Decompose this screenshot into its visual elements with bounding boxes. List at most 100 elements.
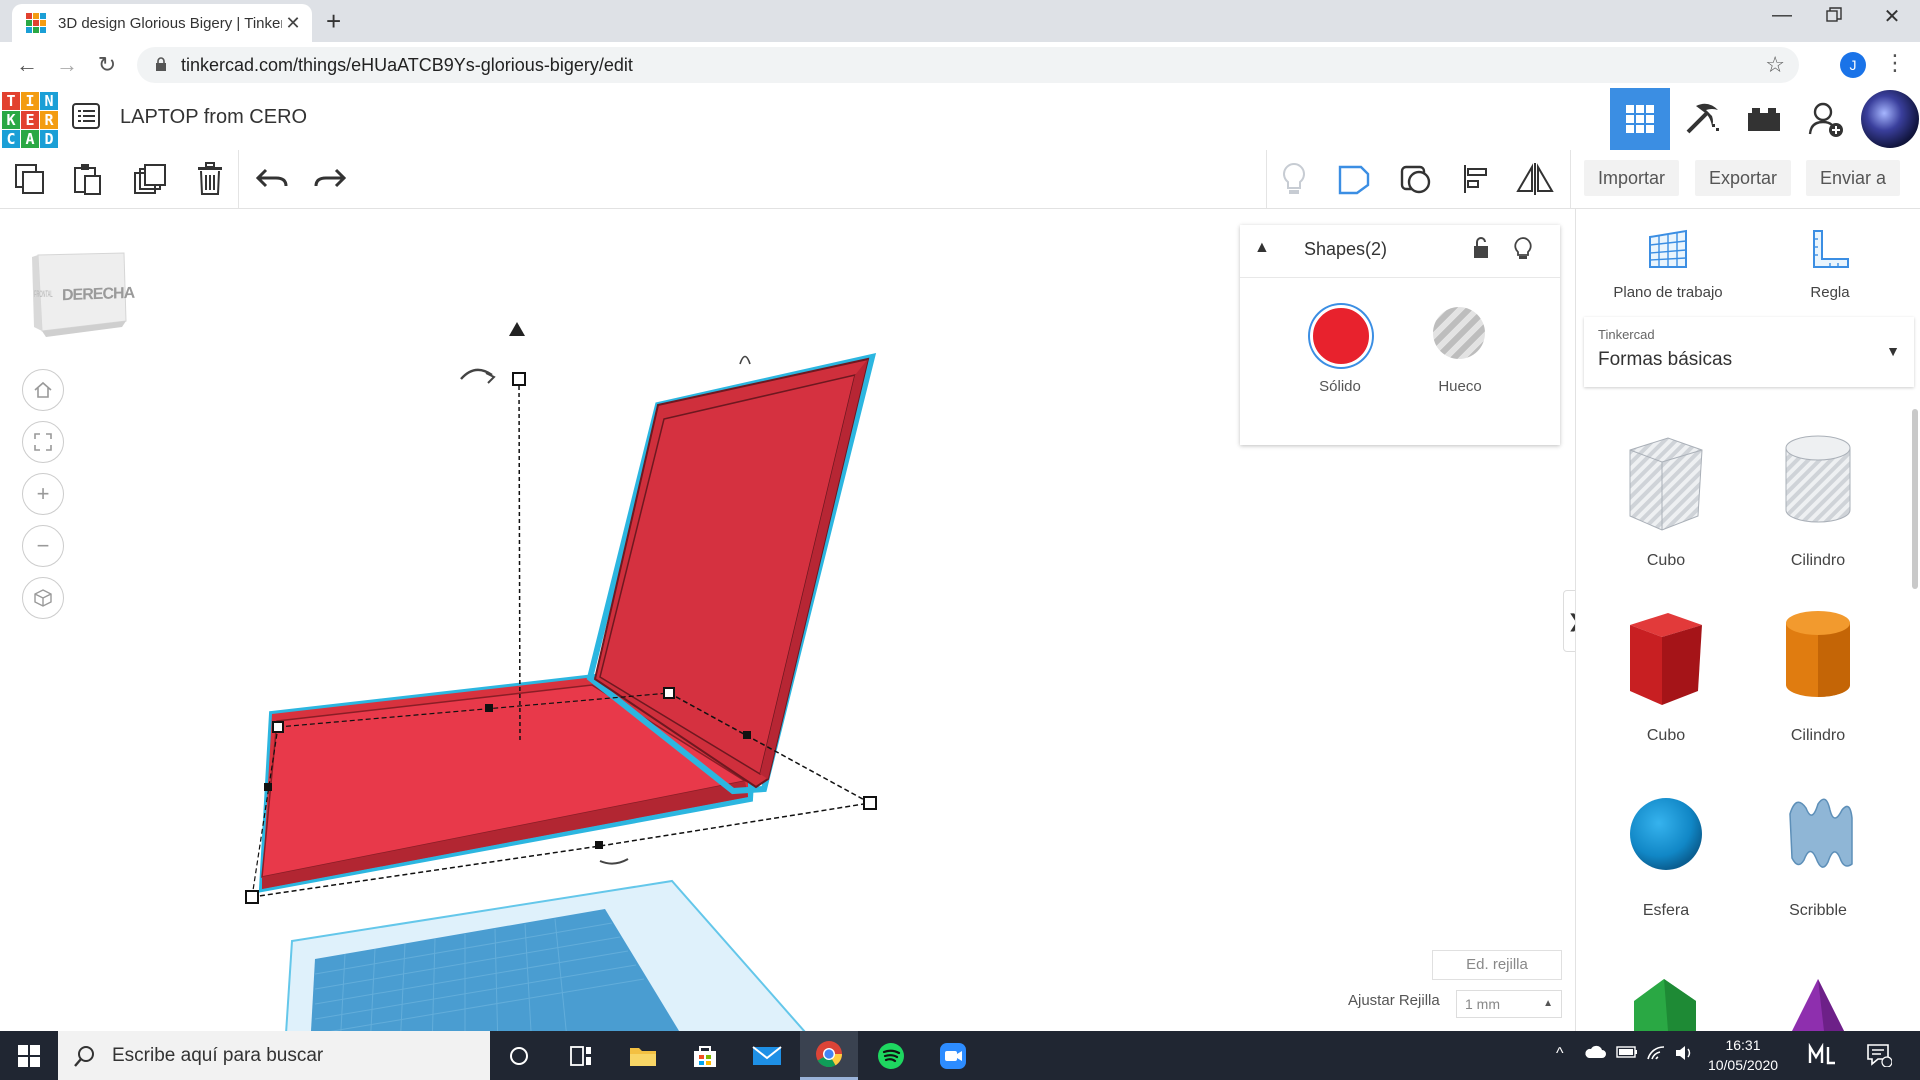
- group-icon[interactable]: [1396, 160, 1436, 198]
- collapse-caret-icon[interactable]: ▲: [1254, 239, 1270, 257]
- shape-library-dropdown[interactable]: Tinkercad Formas básicas ▼: [1584, 317, 1914, 387]
- design-title[interactable]: LAPTOP from CERO: [120, 106, 307, 129]
- shape-tile-box[interactable]: Cubo: [1596, 599, 1736, 759]
- solid-color-swatch[interactable]: [1310, 305, 1372, 367]
- browser-menu-icon[interactable]: ⋮: [1884, 50, 1906, 76]
- window-restore-button[interactable]: [1814, 6, 1854, 29]
- select-caret-icon: ▲: [1543, 998, 1553, 1009]
- box-hole-icon: [1629, 437, 1703, 531]
- shape-tile-roof[interactable]: [1596, 949, 1736, 1031]
- forward-arrow-icon[interactable]: →: [52, 50, 82, 80]
- send-to-button[interactable]: Enviar a: [1806, 160, 1901, 196]
- search-icon: [74, 1045, 94, 1067]
- show-all-bulb-icon[interactable]: [1274, 160, 1314, 198]
- lift-arrow-icon: [509, 322, 525, 336]
- delete-trash-icon[interactable]: [190, 160, 230, 198]
- redo-icon[interactable]: [310, 160, 350, 198]
- copy-icon[interactable]: [10, 160, 50, 198]
- shape-label: Cilindro: [1790, 727, 1846, 744]
- shape-tile-scribble[interactable]: Scribble: [1748, 774, 1888, 934]
- ruler-icon: [1813, 230, 1849, 268]
- user-avatar[interactable]: [1861, 90, 1919, 148]
- window-minimize-button[interactable]: —: [1762, 4, 1802, 27]
- red-box-icon: [1630, 613, 1702, 705]
- snap-grid-label: Ajustar Rejilla: [1348, 992, 1440, 1009]
- hole-swatch[interactable]: [1433, 307, 1485, 359]
- wifi-icon[interactable]: [1646, 1045, 1666, 1066]
- workplane-tool-button[interactable]: Plano de trabajo: [1598, 227, 1738, 301]
- note-shape-icon[interactable]: [1334, 160, 1374, 198]
- workplane-grid: [285, 879, 806, 1031]
- bricks-icon[interactable]: [1734, 88, 1794, 150]
- inspector-header: ▲ Shapes(2): [1240, 225, 1560, 278]
- shape-tile-box-hole[interactable]: Cubo: [1596, 424, 1736, 584]
- inspector-title: Shapes(2): [1304, 239, 1388, 259]
- orange-cylinder-icon: [1786, 611, 1850, 697]
- shape-tile-pyramid[interactable]: [1748, 949, 1888, 1031]
- tab-title: 3D design Glorious Bigery | Tinkercad: [58, 14, 282, 32]
- chrome-icon[interactable]: [800, 1031, 858, 1080]
- lock-icon[interactable]: [1472, 237, 1490, 265]
- mirror-icon[interactable]: [1515, 160, 1555, 198]
- shape-inspector-panel: ▲ Shapes(2) Sólido Hueco: [1240, 225, 1560, 445]
- profile-avatar[interactable]: J: [1840, 52, 1866, 78]
- green-roof-icon: [1634, 979, 1696, 1031]
- tray-expand-icon[interactable]: ^: [1556, 1045, 1564, 1063]
- shape-tile-cylinder[interactable]: Cilindro: [1748, 599, 1888, 759]
- shape-tile-sphere[interactable]: Esfera: [1596, 774, 1736, 934]
- hole-label: Hueco: [1438, 378, 1482, 395]
- shape-label: Cubo: [1646, 727, 1686, 744]
- back-arrow-icon[interactable]: ←: [12, 50, 42, 80]
- duplicate-icon[interactable]: [130, 160, 170, 198]
- undo-icon[interactable]: [252, 160, 292, 198]
- window-close-button[interactable]: ✕: [1872, 4, 1912, 29]
- 3d-view-grid-icon[interactable]: [1610, 88, 1670, 150]
- clock-time: 16:31: [1725, 1037, 1761, 1053]
- volume-icon[interactable]: [1674, 1045, 1694, 1066]
- clock-date: 10/05/2020: [1707, 1057, 1779, 1073]
- add-user-icon[interactable]: [1796, 88, 1856, 150]
- paste-icon[interactable]: [68, 160, 108, 198]
- ruler-tool-button[interactable]: Regla: [1760, 227, 1900, 301]
- snap-grid-select[interactable]: 1 mm ▲: [1456, 990, 1562, 1018]
- tinkercad-logo[interactable]: T I N K E R C A D: [2, 92, 58, 148]
- zoom-app-icon[interactable]: [924, 1031, 982, 1080]
- codeblocks-pickaxe-icon[interactable]: [1672, 88, 1732, 150]
- cortana-icon[interactable]: [490, 1031, 548, 1080]
- taskbar-clock[interactable]: 16:31 10/05/2020: [1698, 1035, 1788, 1075]
- import-button[interactable]: Importar: [1584, 160, 1680, 196]
- taskbar-search-input[interactable]: Escribe aquí para buscar: [58, 1031, 490, 1080]
- lock-icon: [155, 56, 167, 74]
- mail-icon[interactable]: [738, 1031, 796, 1080]
- file-explorer-icon[interactable]: [614, 1031, 672, 1080]
- shape-label: Esfera: [1642, 902, 1690, 919]
- spotify-icon[interactable]: [862, 1031, 920, 1080]
- hide-bulb-icon[interactable]: [1514, 237, 1532, 267]
- reload-icon[interactable]: ↻: [92, 50, 122, 80]
- export-button[interactable]: Exportar: [1695, 160, 1792, 196]
- battery-icon: [1616, 1045, 1638, 1064]
- library-name: Formas básicas: [1598, 349, 1733, 370]
- shape-tile-cylinder-hole[interactable]: Cilindro: [1748, 424, 1888, 584]
- design-list-icon[interactable]: [72, 103, 102, 133]
- microsoft-store-icon[interactable]: [676, 1031, 734, 1080]
- browser-tab[interactable]: 3D design Glorious Bigery | Tinkercad ✕: [12, 4, 312, 42]
- address-bar-row: ← → ↻ tinkercad.com/things/eHUaATCB9Ys-g…: [0, 42, 1920, 89]
- bookmark-star-icon[interactable]: ☆: [1765, 52, 1785, 78]
- shape-label: Cilindro: [1790, 552, 1846, 569]
- url-input[interactable]: tinkercad.com/things/eHUaATCB9Ys-gloriou…: [137, 47, 1799, 83]
- panel-scrollbar[interactable]: [1912, 409, 1918, 589]
- new-tab-button[interactable]: +: [326, 6, 341, 37]
- align-icon[interactable]: [1456, 160, 1496, 198]
- blue-sphere-icon: [1630, 798, 1702, 870]
- browser-tab-strip: 3D design Glorious Bigery | Tinkercad ✕ …: [0, 0, 1920, 42]
- editor-toolbar: Importar Exportar Enviar a: [0, 150, 1920, 209]
- windows-start-icon[interactable]: [0, 1031, 58, 1080]
- notifications-icon[interactable]: [1866, 1043, 1893, 1072]
- shape-label: Scribble: [1789, 902, 1847, 919]
- edit-grid-button[interactable]: Ed. rejilla: [1432, 950, 1562, 980]
- tab-close-icon[interactable]: ✕: [282, 13, 304, 34]
- task-view-icon[interactable]: [552, 1031, 610, 1080]
- onedrive-cloud-icon[interactable]: [1584, 1045, 1606, 1064]
- ime-mode-icon[interactable]: [1808, 1042, 1836, 1070]
